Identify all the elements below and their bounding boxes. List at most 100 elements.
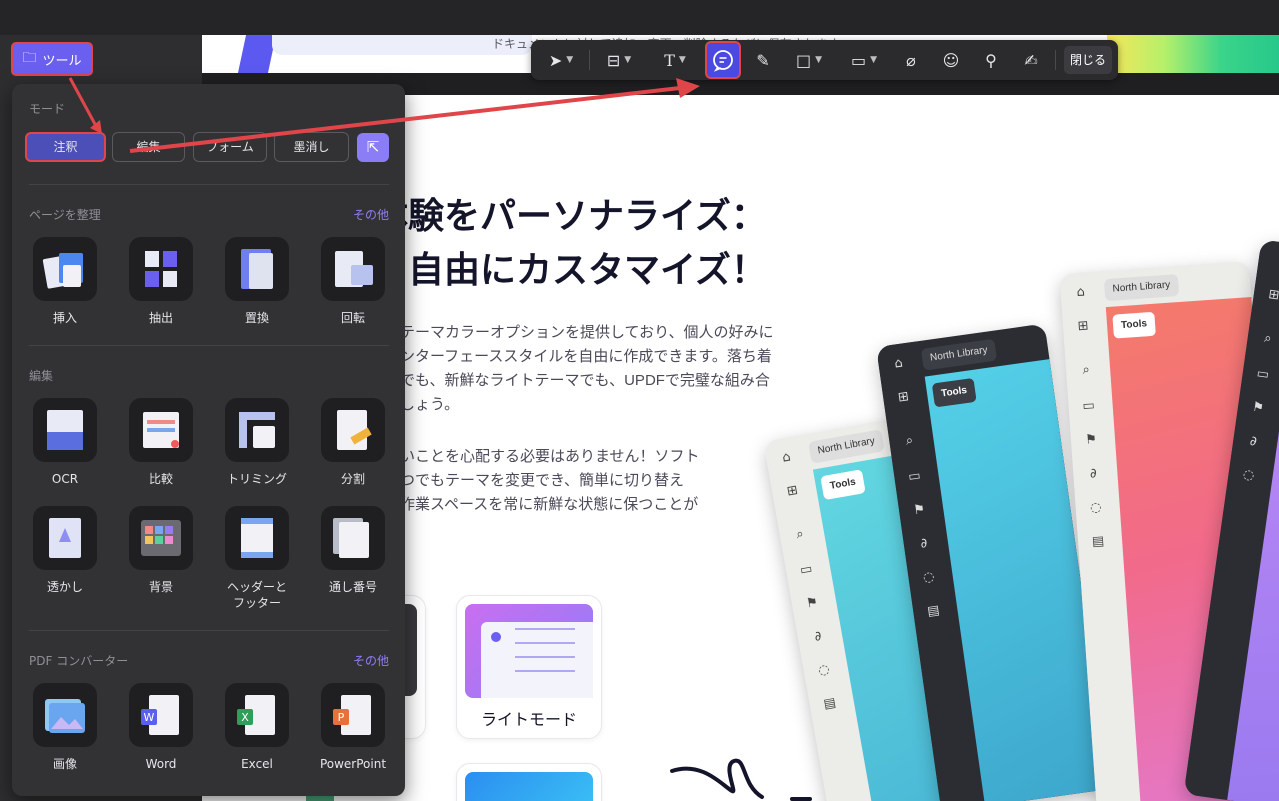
attachment-icon: ∂ bbox=[1248, 433, 1258, 450]
section-divider bbox=[29, 345, 389, 346]
watermark-label: 透かし bbox=[46, 580, 83, 594]
layers-icon: ▤ bbox=[822, 695, 838, 713]
stamp-tool-button[interactable]: ⚲ bbox=[975, 46, 1007, 74]
mode-annotate-button[interactable]: 注釈 bbox=[25, 132, 106, 162]
ocr-label: OCR bbox=[51, 472, 79, 486]
converter-more-link[interactable]: その他 bbox=[353, 652, 389, 669]
open-external-button[interactable]: ⇱ bbox=[357, 133, 389, 162]
convert-image-tool[interactable] bbox=[33, 683, 97, 747]
replace-tool[interactable] bbox=[225, 237, 289, 301]
preview-line bbox=[515, 656, 575, 658]
attachment-tool-button[interactable]: ⌀ bbox=[895, 46, 927, 74]
insert-icon bbox=[42, 253, 83, 289]
insert-tool[interactable] bbox=[33, 237, 97, 301]
text-icon: T bbox=[664, 50, 675, 70]
image-icon bbox=[45, 699, 85, 733]
bates-number-icon bbox=[333, 518, 369, 558]
split-tool[interactable] bbox=[321, 398, 385, 462]
compare-tool[interactable] bbox=[129, 398, 193, 462]
signature-icon: ✍ bbox=[1024, 50, 1038, 70]
measure-icon: ▭ bbox=[850, 50, 867, 70]
crop-tool[interactable] bbox=[225, 398, 289, 462]
bates-number-label: 通し番号 bbox=[328, 580, 377, 594]
svg-text:X: X bbox=[241, 711, 249, 724]
stamp-icon: ⚲ bbox=[985, 50, 997, 70]
bookmark-icon: ⚑ bbox=[805, 594, 820, 612]
section-divider bbox=[29, 630, 389, 631]
comment-icon: ◌ bbox=[817, 661, 831, 679]
tools-button[interactable]: 🗀 ツール bbox=[11, 42, 93, 76]
banner-gradient bbox=[1107, 35, 1279, 73]
powerpoint-icon: P bbox=[333, 695, 371, 735]
watermark-tool[interactable] bbox=[33, 506, 97, 570]
attachment-icon: ⌀ bbox=[906, 50, 916, 70]
search-icon: ⌕ bbox=[904, 432, 915, 449]
search-icon: ⌕ bbox=[1081, 362, 1091, 378]
organize-more-link[interactable]: その他 bbox=[353, 206, 389, 223]
extract-tool[interactable] bbox=[129, 237, 193, 301]
sticker-tool-button[interactable]: ☺ bbox=[935, 46, 967, 74]
shape-tool-button[interactable]: □ ▼ bbox=[789, 46, 829, 74]
home-icon: ⌂ bbox=[1076, 284, 1086, 301]
gradient-window-tab: North Library bbox=[1103, 274, 1180, 302]
headline-line-1: 体験をパーソナライズ： bbox=[372, 195, 767, 236]
paragraph-1-line: テーマカラーオプションを提供しており、個人の好みに bbox=[400, 324, 774, 341]
sticker-icon: ☺ bbox=[942, 50, 960, 70]
text-box-tool-button[interactable]: ⊟ ▼ bbox=[599, 46, 639, 74]
signature-tool-button[interactable]: ✍ bbox=[1013, 46, 1049, 74]
chevron-down-icon: ▼ bbox=[566, 55, 574, 65]
convert-word-tool[interactable]: W bbox=[129, 683, 193, 747]
text-tool-button[interactable]: T ▼ bbox=[655, 46, 695, 74]
converter-section-title: PDF コンバーター bbox=[29, 654, 129, 668]
home-icon: ⌂ bbox=[781, 449, 792, 466]
home-icon: ⌂ bbox=[893, 355, 904, 372]
rotate-tool[interactable] bbox=[321, 237, 385, 301]
mode-edit-button[interactable]: 編集 bbox=[112, 132, 185, 162]
measure-tool-button[interactable]: ▭ ▼ bbox=[843, 46, 885, 74]
paragraph-2-line: つでもテーマを変更でき、簡単に切り替え bbox=[400, 472, 684, 489]
toolbar-separator bbox=[1055, 50, 1056, 70]
blue-mode-preview bbox=[465, 772, 593, 801]
preview-line bbox=[515, 642, 575, 644]
header-footer-tool[interactable] bbox=[225, 506, 289, 570]
bates-number-tool[interactable] bbox=[321, 506, 385, 570]
paragraph-2-line: いことを心配する必要はありません！ソフト bbox=[400, 448, 700, 465]
pen-tool-button[interactable]: ✎ bbox=[747, 46, 779, 74]
shape-icon: □ bbox=[795, 50, 812, 70]
replace-label: 置換 bbox=[244, 311, 269, 325]
toolbox-icon: 🗀 bbox=[22, 50, 37, 66]
grid-icon: ⊞ bbox=[1267, 286, 1279, 304]
convert-word-label: Word bbox=[145, 757, 177, 771]
page-icon: ▭ bbox=[798, 561, 814, 579]
rotate-icon bbox=[335, 251, 373, 287]
comment-tool-button[interactable] bbox=[705, 41, 741, 79]
close-toolbar-button[interactable]: 閉じる bbox=[1064, 46, 1112, 74]
select-tool-button[interactable]: ➤ ▼ bbox=[541, 46, 581, 74]
preview-dot bbox=[491, 632, 501, 642]
convert-powerpoint-tool[interactable]: P bbox=[321, 683, 385, 747]
background-label: 背景 bbox=[148, 580, 173, 594]
preview-line bbox=[515, 670, 575, 672]
header-footer-icon bbox=[241, 518, 273, 558]
split-label: 分割 bbox=[340, 472, 365, 486]
extract-icon bbox=[145, 251, 177, 287]
preview-window bbox=[481, 622, 593, 698]
section-divider bbox=[29, 184, 389, 185]
convert-powerpoint-label: PowerPoint bbox=[319, 757, 387, 771]
squiggle-decoration bbox=[670, 758, 812, 801]
comment-icon: ◌ bbox=[1241, 467, 1256, 484]
svg-text:P: P bbox=[338, 711, 345, 724]
comment-icon bbox=[713, 50, 733, 72]
crop-label: トリミング bbox=[226, 472, 287, 486]
mode-redact-button[interactable]: 墨消し bbox=[274, 132, 349, 162]
attachment-icon: ∂ bbox=[813, 628, 823, 645]
convert-image-label: 画像 bbox=[52, 757, 77, 771]
convert-excel-tool[interactable]: X bbox=[225, 683, 289, 747]
extract-label: 抽出 bbox=[148, 311, 173, 325]
background-tool[interactable] bbox=[129, 506, 193, 570]
ocr-tool[interactable] bbox=[33, 398, 97, 462]
mode-form-button[interactable]: フォーム bbox=[193, 132, 267, 162]
pen-icon: ✎ bbox=[756, 50, 770, 70]
layers-icon: ▤ bbox=[926, 602, 941, 620]
header-footer-label-line-1: ヘッダーと bbox=[226, 580, 287, 594]
